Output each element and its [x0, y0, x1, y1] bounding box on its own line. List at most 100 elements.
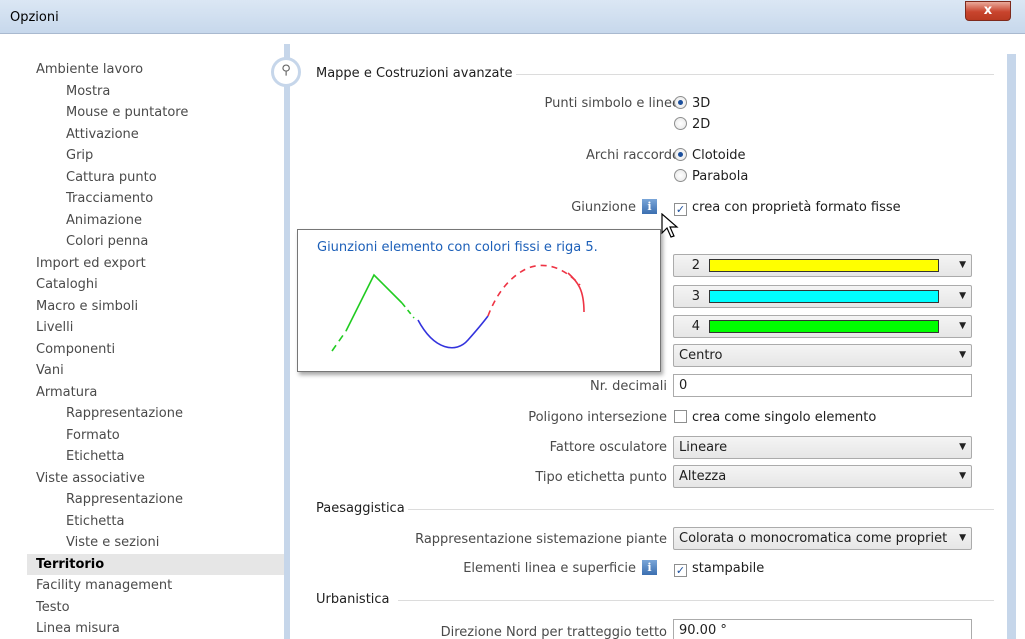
poligono-checkbox[interactable]: crea come singolo elemento [674, 410, 876, 425]
archi-label: Archi raccordo [586, 148, 680, 163]
tree-item[interactable]: Etichetta [36, 511, 284, 533]
pen-color-swatch [709, 290, 939, 303]
tree-item[interactable]: Animazione [36, 210, 284, 232]
radio-icon [674, 117, 687, 130]
tree-item[interactable]: Cattura punto [36, 167, 284, 189]
red-solid-curve [567, 272, 585, 313]
punti-3d-radio[interactable]: 3D [674, 96, 710, 111]
radio-icon [674, 169, 687, 182]
elementi-label: Elementi linea e superficie [463, 561, 636, 576]
tree-item[interactable]: Territorio [27, 553, 284, 575]
tree-item[interactable]: Facility management [36, 575, 284, 597]
tree-item[interactable]: Mouse e puntatore [36, 102, 284, 124]
green-dashed-segment [401, 302, 415, 319]
options-window: Opzioni x Ambiente lavoro Mostra Mouse e p… [0, 0, 1025, 639]
tree-item[interactable]: Colori penna [36, 231, 284, 253]
tree-item[interactable]: Rappresentazione [36, 403, 284, 425]
vertical-scrollbar[interactable] [1007, 54, 1016, 639]
radio-selected-icon [674, 96, 687, 109]
punti-2d-label: 2D [692, 117, 711, 132]
checkbox-checked-icon: ✓ [674, 564, 687, 577]
section-divider [408, 509, 994, 510]
giunzione-check-label: crea con proprietà formato fisse [692, 200, 901, 215]
pen-combo-3[interactable]: 4 ▼ [673, 315, 972, 338]
tree-item[interactable]: Vani [36, 360, 284, 382]
archi-parabola-label: Parabola [692, 169, 749, 184]
centro-combo[interactable]: Centro ▼ [673, 344, 972, 367]
archi-clotoide-radio[interactable]: Clotoide [674, 148, 746, 163]
rappresentazione-label: Rappresentazione sistemazione piante [415, 532, 667, 547]
tree-item[interactable]: Attivazione [36, 124, 284, 146]
tree-item[interactable]: Armatura [36, 382, 284, 404]
tree-item[interactable]: Macro e simboli [36, 296, 284, 318]
fattore-label: Fattore osculatore [549, 440, 667, 455]
info-icon[interactable]: i [642, 199, 657, 214]
tree-item[interactable]: Livelli [36, 317, 284, 339]
close-button[interactable]: x [965, 1, 1011, 21]
tree-item[interactable]: Linea misura [36, 618, 284, 639]
chevron-down-icon: ▼ [959, 442, 966, 452]
etichetta-label: Tipo etichetta punto [535, 470, 667, 485]
tree-item[interactable]: Cataloghi [36, 274, 284, 296]
tree-item[interactable]: Formato [36, 425, 284, 447]
direzione-field[interactable]: 90.00 ° [673, 619, 972, 639]
section-divider [398, 600, 994, 601]
direzione-label: Direzione Nord per tratteggio tetto [440, 625, 667, 639]
pen-number: 3 [691, 289, 700, 304]
punti-3d-label: 3D [692, 96, 711, 111]
giunzione-checkbox[interactable]: ✓ crea con proprietà formato fisse [674, 200, 901, 216]
window-title: Opzioni [10, 10, 59, 25]
chevron-down-icon: ▼ [959, 321, 966, 331]
poligono-label: Poligono intersezione [528, 410, 667, 425]
section-paesaggistica-header: Paesaggistica [316, 501, 405, 516]
tree-item[interactable]: Tracciamento [36, 188, 284, 210]
tree-item[interactable]: Mostra [36, 81, 284, 103]
punti-2d-radio[interactable]: 2D [674, 117, 710, 132]
pen-color-swatch [709, 320, 939, 333]
tree-item[interactable]: Viste e sezioni [36, 532, 284, 554]
tree-item[interactable]: Etichetta [36, 446, 284, 468]
archi-parabola-radio[interactable]: Parabola [674, 169, 748, 184]
decimali-field[interactable]: 0 [673, 374, 972, 397]
giunzione-tooltip: Giunzioni elemento con colori fissi e ri… [297, 229, 661, 372]
options-tree[interactable]: Ambiente lavoro Mostra Mouse e puntatore At… [27, 59, 284, 639]
chevron-down-icon: ▼ [959, 533, 966, 543]
pen-color-swatch [709, 259, 939, 272]
tree-item[interactable]: Import ed export [36, 253, 284, 275]
tree-item[interactable]: Testo [36, 597, 284, 619]
giunzione-label: Giunzione [571, 200, 636, 215]
section-divider [516, 74, 994, 75]
chevron-down-icon: ▼ [959, 471, 966, 481]
pen-number: 4 [691, 319, 700, 334]
info-icon[interactable]: i [642, 560, 657, 575]
etichetta-combo[interactable]: Altezza ▼ [673, 465, 972, 488]
red-dashed-curve [487, 264, 581, 317]
rappresentazione-combo[interactable]: Colorata o monocromatica come propriet ▼ [673, 527, 972, 550]
tree-item[interactable]: Grip [36, 145, 284, 167]
etichetta-value: Altezza [679, 469, 727, 484]
chevron-down-icon: ▼ [959, 350, 966, 360]
green-solid-segment [345, 273, 403, 332]
tree-item[interactable]: Rappresentazione [36, 489, 284, 511]
poligono-check-label: crea come singolo elemento [692, 410, 877, 425]
elementi-check-label: stampabile [692, 561, 765, 576]
elementi-checkbox[interactable]: ✓ stampabile [674, 561, 764, 577]
pen-combo-2[interactable]: 3 ▼ [673, 285, 972, 308]
centro-value: Centro [679, 348, 723, 363]
chevron-down-icon: ▼ [959, 291, 966, 301]
section-urbanistica-header: Urbanistica [316, 592, 390, 607]
decimali-label: Nr. decimali [589, 379, 667, 394]
fattore-value: Lineare [679, 440, 728, 455]
fattore-combo[interactable]: Lineare ▼ [673, 436, 972, 459]
pen-combo-1[interactable]: 2 ▼ [673, 254, 972, 277]
tree-item[interactable]: Viste associative [36, 468, 284, 490]
tooltip-illustration [331, 264, 585, 352]
rappresentazione-value: Colorata o monocromatica come propriet [679, 531, 948, 546]
section-mappe-header: Mappe e Costruzioni avanzate [316, 66, 513, 81]
chevron-down-icon: ▼ [959, 260, 966, 270]
tree-item[interactable]: Componenti [36, 339, 284, 361]
blue-curve [417, 315, 489, 349]
archi-clotoide-label: Clotoide [692, 148, 746, 163]
tree-item[interactable]: Ambiente lavoro [36, 59, 284, 81]
pen-number: 2 [691, 258, 700, 273]
